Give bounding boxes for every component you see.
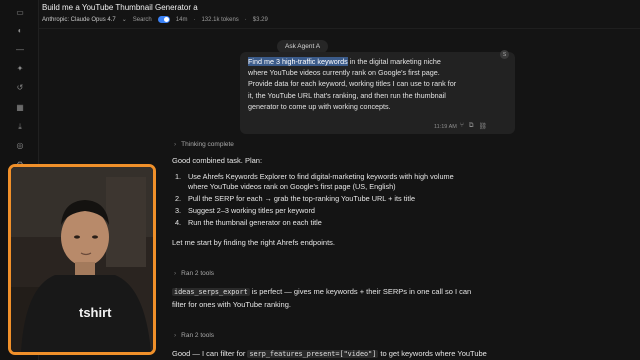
- response-start-line: Let me start by finding the right Ahrefs…: [172, 238, 336, 247]
- list-item: 4. Run the thumbnail generator on each t…: [175, 218, 454, 228]
- thinking-toggle[interactable]: › Thinking complete: [174, 141, 234, 148]
- user-message-line-3: Provide data for each keyword, working t…: [248, 79, 457, 89]
- tools-label: Ran 2 tools: [181, 332, 215, 339]
- download-icon[interactable]: ⤓: [15, 122, 25, 132]
- list-number: 4.: [175, 218, 182, 227]
- inline-code: ideas_serps_export: [172, 288, 250, 296]
- minus-icon[interactable]: —: [15, 45, 25, 55]
- link-icon[interactable]: ⛓: [479, 122, 487, 130]
- search-toggle[interactable]: [157, 16, 170, 23]
- tool-result-line-2: filter for ones with YouTube ranking.: [172, 300, 291, 309]
- list-item: 1. Use Ahrefs Keywords Explorer to find …: [175, 172, 454, 192]
- plan-list: 1. Use Ahrefs Keywords Explorer to find …: [175, 172, 454, 230]
- duration: 14m: [175, 16, 188, 23]
- list-number: 2.: [175, 194, 182, 203]
- chevron-down-icon[interactable]: ⌄: [122, 16, 127, 23]
- theme-icon[interactable]: ◐: [15, 26, 25, 36]
- inline-code: serp_features_present=["video"]: [247, 350, 379, 358]
- list-text: where YouTube videos rank on Google's fi…: [188, 182, 396, 191]
- list-text: Use Ahrefs Keywords Explorer to find dig…: [188, 172, 454, 181]
- copy-icon[interactable]: ⧉: [469, 122, 474, 130]
- token-count: 132.1k tokens: [201, 16, 239, 23]
- list-text: Suggest 2–3 working titles per keyword: [188, 206, 315, 215]
- list-number: 1.: [175, 172, 182, 181]
- response-text: is perfect — gives me keywords + their S…: [249, 287, 472, 296]
- webcam-overlay: tshirt: [8, 164, 156, 355]
- chevron-right-icon: ›: [174, 332, 177, 339]
- chat-header: Build me a YouTube Thumbnail Generator a…: [38, 0, 640, 29]
- list-number: 3.: [175, 206, 182, 215]
- user-message-text: in the digital marketing niche: [347, 57, 441, 66]
- user-message-line-5: generator to come up with working concep…: [248, 101, 391, 111]
- thinking-label: Thinking complete: [181, 141, 234, 148]
- response-text: to get keywords where YouTube: [378, 349, 487, 358]
- tools-label: Ran 2 tools: [181, 270, 215, 277]
- response-last-line: Good — I can filter for serp_features_pr…: [172, 349, 487, 358]
- webcam-person-image: tshirt: [11, 167, 153, 352]
- search-label: Search: [132, 16, 152, 23]
- chevron-right-icon: ›: [174, 141, 177, 148]
- user-message-line-4: it, the YouTube URL that's ranking, and …: [248, 90, 446, 100]
- tool-result-line-1: ideas_serps_export is perfect — gives me…: [172, 287, 471, 296]
- list-text: Pull the SERP for each → grab the top-ra…: [188, 194, 416, 203]
- model-selector[interactable]: Anthropic: Claude Opus 4.7: [42, 17, 116, 23]
- chat-title[interactable]: Build me a YouTube Thumbnail Generator a: [42, 3, 198, 12]
- response-text: Good — I can filter for: [172, 349, 248, 358]
- sparkle-icon[interactable]: ✦: [15, 64, 25, 74]
- list-item: 2. Pull the SERP for each → grab the top…: [175, 194, 454, 204]
- history-icon[interactable]: ↺: [15, 83, 25, 93]
- tools-toggle[interactable]: › Ran 2 tools: [174, 332, 214, 339]
- chevron-right-icon: ›: [174, 270, 177, 277]
- shirt-logo-text: tshirt: [79, 305, 112, 320]
- fork-icon[interactable]: ⑂: [460, 122, 464, 130]
- user-message-line-2: where YouTube videos currently rank on G…: [248, 68, 440, 78]
- message-actions: ⑂ ⧉ ⛓: [460, 122, 487, 130]
- selected-text: Find me 3 high-traffic keywords: [248, 57, 348, 66]
- grid-icon[interactable]: ▦: [15, 103, 25, 113]
- response-intro: Good combined task. Plan:: [172, 156, 263, 165]
- separator-dot: ·: [193, 16, 196, 23]
- list-item: 3. Suggest 2–3 working titles per keywor…: [175, 206, 454, 216]
- avatar: S: [500, 50, 509, 59]
- message-timestamp: 11:19 AM: [434, 124, 457, 130]
- chat-meta: Anthropic: Claude Opus 4.7 ⌄ Search 14m …: [42, 16, 268, 23]
- separator-dot: ·: [244, 16, 247, 23]
- user-message-line-1: Find me 3 high-traffic keywords in the d…: [248, 56, 507, 67]
- panel-toggle-icon[interactable]: ▭: [15, 8, 25, 18]
- tools-toggle[interactable]: › Ran 2 tools: [174, 270, 214, 277]
- target-icon[interactable]: ◎: [15, 141, 25, 151]
- list-text: Run the thumbnail generator on each titl…: [188, 218, 322, 227]
- cost: $3.29: [252, 16, 268, 23]
